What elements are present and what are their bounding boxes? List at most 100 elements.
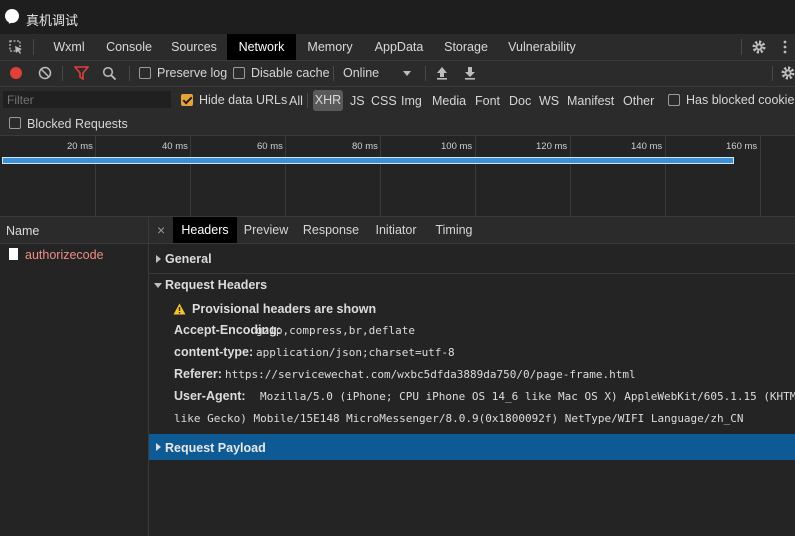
filter-bar: Hide data URLs All XHR JS CSS Img Media … — [0, 87, 795, 136]
tab-appdata[interactable]: AppData — [364, 34, 434, 60]
devtools-tabs: Wxml Console Sources Network Memory AppD… — [0, 34, 795, 61]
document-file-icon — [9, 248, 18, 260]
blocked-requests-label: Blocked Requests — [27, 117, 128, 131]
timeline-gridline — [190, 136, 191, 216]
filter-type-media[interactable]: Media — [432, 94, 466, 108]
timeline-gridline — [760, 136, 761, 216]
detail-tab-response[interactable]: Response — [295, 217, 367, 243]
header-value-continued: like Gecko) Mobile/15E148 MicroMessenger… — [174, 412, 744, 425]
filter-input[interactable] — [3, 91, 171, 108]
header-key: Referer: — [174, 367, 222, 381]
filter-type-xhr[interactable]: XHR — [313, 90, 343, 111]
timeline-gridline — [570, 136, 571, 216]
more-options-icon[interactable] — [782, 39, 788, 55]
disable-cache-label: Disable cache — [251, 66, 330, 80]
timeline-tick: 80 ms — [352, 141, 378, 152]
filter-type-other[interactable]: Other — [623, 94, 654, 108]
detail-tabs: × Headers Preview Response Initiator Tim… — [149, 217, 795, 244]
detail-tab-preview[interactable]: Preview — [237, 217, 295, 243]
filter-type-ws[interactable]: WS — [539, 94, 559, 108]
timeline-tick: 160 ms — [726, 141, 758, 152]
filter-type-doc[interactable]: Doc — [509, 94, 531, 108]
timeline-gridline — [475, 136, 476, 216]
has-blocked-cookies-label: Has blocked cookies — [686, 93, 795, 107]
timeline-gridline — [665, 136, 666, 216]
tab-network[interactable]: Network — [227, 34, 296, 60]
tab-wxml[interactable]: Wxml — [41, 34, 97, 60]
filter-type-img[interactable]: Img — [401, 94, 422, 108]
import-har-icon[interactable] — [436, 66, 448, 80]
preserve-log-checkbox[interactable] — [139, 67, 151, 79]
has-blocked-cookies-checkbox[interactable] — [668, 94, 680, 106]
filter-type-css[interactable]: CSS — [371, 94, 397, 108]
wechat-icon — [5, 9, 19, 23]
filter-type-manifest[interactable]: Manifest — [567, 94, 614, 108]
expand-triangle-icon — [156, 255, 161, 263]
header-value: https://servicewechat.com/wxbc5dfda3889d… — [225, 368, 636, 381]
header-key: User-Agent: — [174, 389, 246, 403]
hide-data-urls-label: Hide data URLs — [199, 93, 288, 107]
preserve-log-label: Preserve log — [157, 66, 228, 80]
separator — [741, 39, 742, 55]
timeline-tick: 120 ms — [536, 141, 568, 152]
timeline-overview[interactable]: 20 ms 40 ms 60 ms 80 ms 100 ms 120 ms 14… — [0, 136, 795, 217]
clear-icon[interactable] — [38, 66, 52, 80]
timeline-gridline — [285, 136, 286, 216]
header-value: gzip,compress,br,deflate — [256, 324, 415, 337]
separator — [33, 39, 34, 55]
tab-sources[interactable]: Sources — [161, 34, 227, 60]
request-headers-section-header[interactable]: Request Headers — [149, 277, 795, 295]
expand-triangle-icon — [156, 443, 161, 451]
general-section-header[interactable]: General — [149, 251, 795, 269]
warning-icon — [173, 303, 186, 315]
request-payload-section-header[interactable]: Request Payload — [149, 434, 795, 460]
settings-gear-icon[interactable] — [751, 39, 767, 55]
chevron-down-icon[interactable] — [403, 71, 411, 76]
tab-storage[interactable]: Storage — [434, 34, 498, 60]
provisional-headers-notice: Provisional headers are shown — [192, 302, 377, 316]
filter-type-all[interactable]: All — [289, 94, 303, 108]
timeline-tick: 20 ms — [67, 141, 93, 152]
timeline-gridline — [380, 136, 381, 216]
separator — [62, 66, 63, 81]
detail-tab-timing[interactable]: Timing — [425, 217, 483, 243]
filter-icon[interactable] — [74, 66, 89, 80]
timeline-tick: 140 ms — [631, 141, 663, 152]
divider — [149, 273, 795, 274]
timeline-tick: 40 ms — [162, 141, 188, 152]
detail-tab-headers[interactable]: Headers — [173, 217, 237, 243]
timeline-gridline — [95, 136, 96, 216]
network-toolbar: Preserve log Disable cache Online — [0, 61, 795, 87]
separator — [129, 66, 130, 81]
filter-type-js[interactable]: JS — [350, 94, 365, 108]
export-har-icon[interactable] — [464, 66, 476, 80]
search-icon[interactable] — [102, 66, 117, 81]
header-key: content-type: — [174, 345, 254, 359]
request-headers-title: Request Headers — [165, 278, 268, 292]
hide-data-urls-checkbox[interactable] — [181, 94, 193, 106]
separator — [425, 66, 426, 81]
blocked-requests-checkbox[interactable] — [9, 117, 21, 129]
detail-tab-initiator[interactable]: Initiator — [367, 217, 425, 243]
request-timing-bar — [2, 157, 734, 164]
timeline-tick: 60 ms — [257, 141, 283, 152]
name-column-label: Name — [6, 224, 40, 238]
header-value: Mozilla/5.0 (iPhone; CPU iPhone OS 14_6 … — [260, 390, 795, 403]
filter-type-font[interactable]: Font — [475, 94, 500, 108]
window-title: 真机调试 — [26, 13, 79, 28]
request-list: Name authorizecode — [0, 217, 149, 536]
tab-memory[interactable]: Memory — [296, 34, 364, 60]
inspect-element-icon[interactable] — [9, 40, 24, 55]
record-icon[interactable] — [10, 67, 22, 79]
request-payload-title: Request Payload — [165, 441, 266, 455]
network-settings-gear-icon[interactable] — [780, 65, 795, 81]
close-icon[interactable]: × — [157, 222, 165, 238]
throttling-select[interactable]: Online — [343, 66, 379, 80]
disable-cache-checkbox[interactable] — [233, 67, 245, 79]
tab-console[interactable]: Console — [97, 34, 161, 60]
separator — [772, 66, 773, 81]
request-row[interactable]: authorizecode — [0, 244, 148, 266]
title-bar: 真机调试 — [0, 0, 795, 34]
name-column-header[interactable]: Name — [0, 217, 148, 244]
tab-vulnerability[interactable]: Vulnerability — [498, 34, 586, 60]
